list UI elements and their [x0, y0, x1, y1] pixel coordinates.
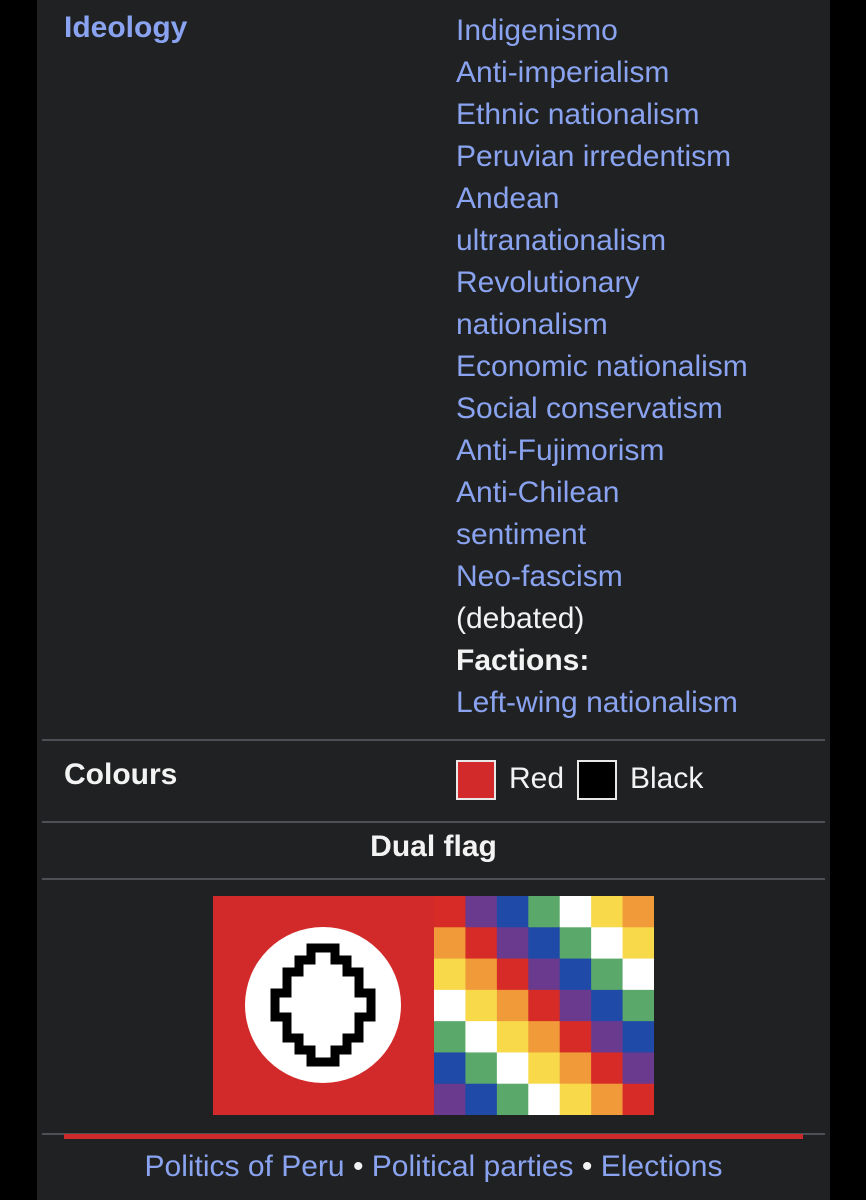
red-swatch: [456, 760, 496, 800]
ideology-link[interactable]: Revolutionary: [456, 262, 826, 304]
wiphala-cell: [465, 989, 498, 1022]
nav-separator: •: [344, 1150, 372, 1183]
wiphala-cell: [434, 1021, 467, 1054]
nav-separator: •: [573, 1150, 601, 1183]
ideology-link[interactable]: Anti-Fujimorism: [456, 430, 826, 472]
wiphala-cell: [559, 1083, 592, 1116]
wiphala-cell: [528, 927, 561, 960]
wiphala-cell: [591, 1021, 624, 1054]
wiphala-cell: [496, 1021, 529, 1054]
wiphala-cell: [559, 896, 592, 928]
wiphala-cell: [622, 958, 655, 991]
political-parties-link[interactable]: Political parties: [372, 1150, 574, 1183]
wiphala-cell: [591, 896, 624, 928]
wiphala-cell: [434, 958, 467, 991]
flag-svg: [213, 896, 655, 1116]
wiphala-cell: [591, 927, 624, 960]
wiphala-cell: [591, 958, 624, 991]
separator: [42, 821, 825, 823]
wiphala-cell: [496, 1052, 529, 1085]
ideology-link[interactable]: sentiment: [456, 514, 826, 556]
wiphala-cell: [528, 1083, 561, 1116]
wiphala-cell: [559, 1052, 592, 1085]
wiphala-cell: [434, 927, 467, 960]
ideology-link[interactable]: Peruvian irredentism: [456, 136, 826, 178]
red-colour-label: Red: [509, 762, 565, 795]
wiphala-cell: [528, 958, 561, 991]
wiphala-cell: [622, 927, 655, 960]
wiphala-cell: [434, 989, 467, 1022]
wiphala-cell: [528, 989, 561, 1022]
ideology-link[interactable]: Left-wing nationalism: [456, 682, 826, 724]
wiphala-cell: [591, 1083, 624, 1116]
colours-label: Colours: [64, 758, 178, 791]
black-swatch: [577, 760, 617, 800]
wiphala-cell: [434, 1052, 467, 1085]
wiphala-cell: [434, 1083, 467, 1116]
wiphala-cell: [591, 1052, 624, 1085]
wiphala-cell: [528, 1021, 561, 1054]
wiphala-cell: [622, 989, 655, 1022]
wiphala-cell: [622, 896, 655, 928]
footer-nav: Politics of Peru • Political parties • E…: [42, 1150, 825, 1184]
wiphala-cell: [465, 896, 498, 928]
ideology-list: Indigenismo Anti-imperialism Ethnic nation…: [456, 10, 826, 724]
ideology-link[interactable]: ultranationalism: [456, 220, 826, 262]
wiphala-cell: [496, 896, 529, 928]
ideology-link[interactable]: Neo-fascism: [456, 556, 826, 598]
wiphala-cell: [465, 1083, 498, 1116]
ideology-link[interactable]: Economic nationalism: [456, 346, 826, 388]
wiphala-cell: [559, 989, 592, 1022]
wiphala-cell: [434, 896, 467, 928]
separator: [42, 739, 825, 741]
wiphala-cell: [496, 1083, 529, 1116]
ideology-link[interactable]: nationalism: [456, 304, 826, 346]
ideology-link[interactable]: Andean: [456, 178, 826, 220]
dual-flag-image[interactable]: [213, 896, 655, 1116]
wiphala-cell: [528, 1052, 561, 1085]
wiphala-cell: [528, 896, 561, 928]
ideology-label: Ideology: [64, 11, 188, 44]
dual-flag-title: Dual flag: [370, 830, 497, 863]
wiphala-cell: [622, 1083, 655, 1116]
ideology-link[interactable]: Ethnic nationalism: [456, 94, 826, 136]
ideology-link[interactable]: Indigenismo: [456, 10, 826, 52]
politics-of-peru-link[interactable]: Politics of Peru: [145, 1150, 345, 1183]
ideology-link[interactable]: Anti-imperialism: [456, 52, 826, 94]
wiphala-cell: [465, 1052, 498, 1085]
wiphala-cell: [622, 1021, 655, 1054]
ideology-link[interactable]: Anti-Chilean: [456, 472, 826, 514]
wiphala-cell: [496, 989, 529, 1022]
wiphala-cell: [465, 958, 498, 991]
wiphala-cell: [559, 1021, 592, 1054]
ideology-link[interactable]: Social conservatism: [456, 388, 826, 430]
factions-heading: Factions:: [456, 644, 590, 677]
navbox-accent-bar: [64, 1134, 803, 1139]
ideology-note: (debated): [456, 602, 585, 635]
wiphala-cell: [591, 989, 624, 1022]
wiphala-cell: [559, 958, 592, 991]
wiphala-cell: [465, 1021, 498, 1054]
wiphala-grid: [434, 896, 655, 1116]
separator: [42, 878, 825, 880]
wiphala-cell: [496, 958, 529, 991]
wiphala-cell: [465, 927, 498, 960]
elections-link[interactable]: Elections: [601, 1150, 723, 1183]
wiphala-cell: [622, 1052, 655, 1085]
black-colour-label: Black: [630, 762, 704, 795]
wiphala-cell: [496, 927, 529, 960]
wiphala-cell: [559, 927, 592, 960]
